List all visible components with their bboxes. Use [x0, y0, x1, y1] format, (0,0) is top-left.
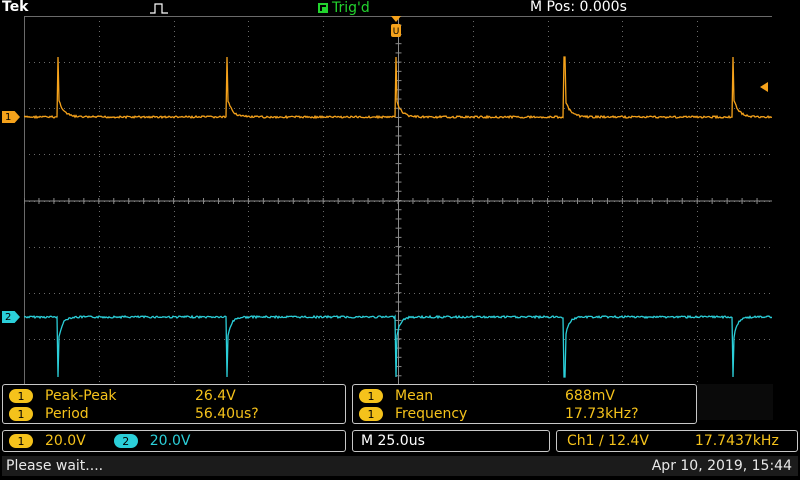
measurement-row: 1 Period 56.40us? — [9, 405, 259, 423]
timebase-readout[interactable]: M 25.0us — [352, 430, 550, 452]
ch2-badge: 2 — [113, 434, 138, 448]
timebase-value: M 25.0us — [361, 433, 425, 449]
trigger-readout[interactable]: Ch1 ∕ 12.4V 17.7437kHz — [556, 430, 798, 452]
status-message: Please wait.... — [6, 458, 104, 474]
trigger-position-marker-icon[interactable]: U — [390, 16, 402, 38]
measurement-row: 1 Peak-Peak 26.4V — [9, 387, 236, 405]
ch2-scale: 20.0V — [149, 433, 191, 449]
pulse-icon — [150, 3, 168, 14]
ch1-marker-label: 1 — [5, 111, 12, 123]
horizontal-position: M Pos: 0.000s — [530, 0, 627, 15]
measurement-value: 17.73kHz? — [565, 406, 639, 422]
measurement-value: 688mV — [565, 388, 615, 404]
ch1-badge: 1 — [9, 434, 33, 448]
message-bar: Please wait.... Apr 10, 2019, 15:44 — [2, 456, 798, 476]
svg-text:U: U — [393, 27, 400, 37]
top-status-bar: Tek Trig'd M Pos: 0.000s — [0, 0, 800, 16]
measurement-row: 1 Frequency 17.73kHz? — [359, 405, 639, 423]
waveform-display[interactable] — [24, 16, 772, 385]
measurement-panel-left[interactable]: 1 Peak-Peak 26.4V 1 Period 56.40us? — [2, 384, 346, 424]
trigger-status: Trig'd — [318, 0, 370, 16]
brand-logo: Tek — [2, 0, 29, 15]
trigger-indicator-icon — [318, 3, 328, 13]
vertical-scale-readout[interactable]: 1 20.0V 2 20.0V — [2, 430, 346, 452]
empty-readout-area — [697, 384, 773, 420]
measurement-label: Peak-Peak — [45, 388, 117, 404]
ch2-marker-label: 2 — [5, 311, 12, 323]
channel-badge: 1 — [359, 407, 383, 421]
measurement-panel-right[interactable]: 1 Mean 688mV 1 Frequency 17.73kHz? — [352, 384, 697, 424]
ch1-ground-marker[interactable]: 1 — [2, 111, 20, 123]
ch1-scale: 20.0V — [45, 433, 86, 449]
measurement-value: 26.4V — [195, 388, 236, 404]
measurement-label: Mean — [395, 388, 434, 404]
channel-badge: 1 — [9, 407, 33, 421]
measurement-label: Frequency — [395, 406, 468, 422]
trigger-level-marker-icon[interactable] — [760, 82, 768, 92]
measurement-label: Period — [45, 406, 89, 422]
measurement-value: 56.40us? — [195, 406, 259, 422]
channel-badge: 1 — [9, 389, 33, 403]
date-time: Apr 10, 2019, 15:44 — [651, 458, 792, 474]
trigger-frequency: 17.7437kHz — [694, 433, 779, 449]
trigger-setting: Ch1 ∕ 12.4V — [567, 433, 649, 449]
ch2-ground-marker[interactable]: 2 — [2, 311, 20, 323]
channel-badge: 1 — [359, 389, 383, 403]
trigger-state-label: Trig'd — [332, 0, 370, 16]
measurement-row: 1 Mean 688mV — [359, 387, 615, 405]
